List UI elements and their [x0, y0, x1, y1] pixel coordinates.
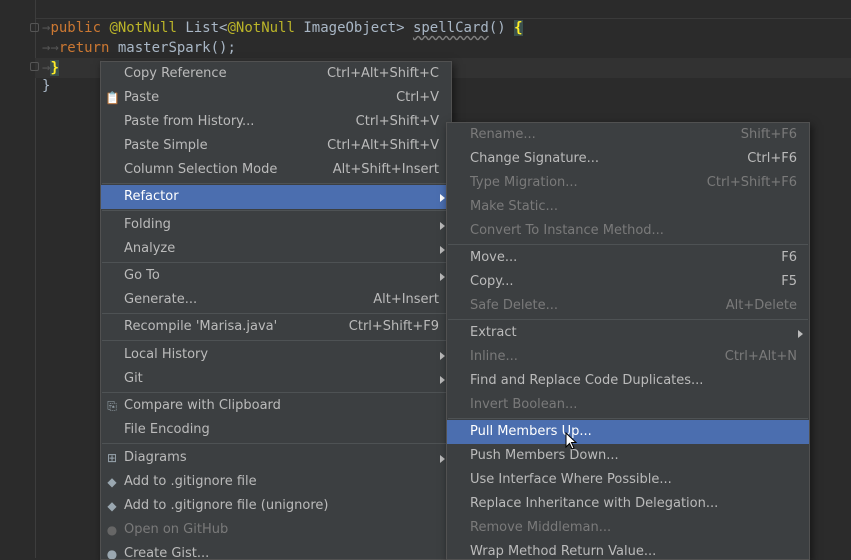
menu-separator	[102, 262, 450, 263]
gutter-divider	[35, 0, 36, 558]
menu-item-move[interactable]: Move... F6	[447, 246, 809, 270]
menu-item-copy-reference[interactable]: Copy Reference Ctrl+Alt+Shift+C	[101, 62, 451, 86]
submenu-arrow-icon	[440, 376, 445, 384]
submenu-arrow-icon	[440, 194, 445, 202]
menu-item-compare-with-clipboard[interactable]: ⎘ Compare with Clipboard	[101, 394, 451, 418]
menu-item-go-to[interactable]: Go To	[101, 264, 451, 288]
fold-icon[interactable]	[30, 62, 39, 71]
menu-item-column-selection-mode[interactable]: Column Selection Mode Alt+Shift+Insert	[101, 158, 451, 182]
menu-item-make-static[interactable]: Make Static...	[447, 195, 809, 219]
menu-item-recompile[interactable]: Recompile 'Marisa.java' Ctrl+Shift+F9	[101, 315, 451, 339]
brace-match: }	[50, 60, 59, 76]
menu-item-local-history[interactable]: Local History	[101, 343, 451, 367]
gitignore-icon: ◆	[107, 499, 117, 513]
menu-item-folding[interactable]: Folding	[101, 213, 451, 237]
menu-separator	[102, 183, 450, 184]
menu-item-rename[interactable]: Rename... Shift+F6	[447, 123, 809, 147]
menu-item-type-migration[interactable]: Type Migration... Ctrl+Shift+F6	[447, 171, 809, 195]
context-menu: Copy Reference Ctrl+Alt+Shift+C 📋 Paste Ctr…	[100, 61, 452, 560]
brace-match: {	[514, 20, 523, 36]
code-line-2[interactable]: →→return masterSpark();	[42, 38, 236, 58]
menu-item-convert-to-instance-method[interactable]: Convert To Instance Method...	[447, 219, 809, 243]
submenu-arrow-icon	[798, 330, 803, 338]
refactor-submenu: Rename... Shift+F6 Change Signature... Ctr…	[446, 122, 810, 560]
menu-item-safe-delete[interactable]: Safe Delete... Alt+Delete	[447, 294, 809, 318]
menu-separator	[102, 443, 450, 444]
menu-separator	[448, 319, 808, 320]
menu-item-git[interactable]: Git	[101, 367, 451, 391]
clipboard-icon: 📋	[105, 91, 120, 105]
code-line-3[interactable]: →}	[42, 58, 59, 78]
fold-icon[interactable]	[30, 23, 39, 32]
menu-item-file-encoding[interactable]: File Encoding	[101, 418, 451, 442]
menu-item-diagrams[interactable]: ⊞ Diagrams	[101, 446, 451, 470]
menu-separator	[102, 210, 450, 211]
menu-item-inline[interactable]: Inline... Ctrl+Alt+N	[447, 345, 809, 369]
code-line-4[interactable]: }	[42, 76, 50, 96]
method-name[interactable]: spellCard	[413, 20, 489, 36]
menu-item-copy[interactable]: Copy... F5	[447, 270, 809, 294]
mouse-cursor-icon	[565, 432, 578, 450]
menu-separator	[102, 392, 450, 393]
github-icon: ●	[106, 547, 118, 560]
menu-item-add-gitignore-unignore[interactable]: ◆ Add to .gitignore file (unignore)	[101, 494, 451, 518]
submenu-arrow-icon	[440, 222, 445, 230]
tab-arrow-icon: →→	[42, 40, 59, 56]
menu-item-create-gist[interactable]: ● Create Gist...	[101, 542, 451, 560]
submenu-arrow-icon	[440, 352, 445, 360]
menu-separator	[448, 244, 808, 245]
submenu-arrow-icon	[440, 273, 445, 281]
menu-item-generate[interactable]: Generate... Alt+Insert	[101, 288, 451, 312]
menu-item-open-on-github[interactable]: ● Open on GitHub	[101, 518, 451, 542]
submenu-arrow-icon	[440, 455, 445, 463]
menu-item-paste-from-history[interactable]: Paste from History... Ctrl+Shift+V	[101, 110, 451, 134]
menu-item-replace-inheritance[interactable]: Replace Inheritance with Delegation...	[447, 492, 809, 516]
menu-item-paste[interactable]: 📋 Paste Ctrl+V	[101, 86, 451, 110]
menu-separator	[102, 313, 450, 314]
menu-item-add-gitignore[interactable]: ◆ Add to .gitignore file	[101, 470, 451, 494]
menu-item-wrap-method-return[interactable]: Wrap Method Return Value...	[447, 540, 809, 559]
menu-item-invert-boolean[interactable]: Invert Boolean...	[447, 393, 809, 417]
menu-separator	[448, 418, 808, 419]
gitignore-icon: ◆	[107, 475, 117, 489]
menu-item-refactor[interactable]: Refactor	[101, 185, 451, 209]
code-line-1[interactable]: →public @NotNull List<@NotNull ImageObje…	[42, 18, 523, 38]
menu-item-change-signature[interactable]: Change Signature... Ctrl+F6	[447, 147, 809, 171]
menu-item-push-members-down[interactable]: Push Members Down...	[447, 444, 809, 468]
compare-icon: ⎘	[107, 399, 117, 413]
github-icon: ●	[106, 523, 118, 537]
menu-item-remove-middleman[interactable]: Remove Middleman...	[447, 516, 809, 540]
menu-item-paste-simple[interactable]: Paste Simple Ctrl+Alt+Shift+V	[101, 134, 451, 158]
menu-item-use-interface[interactable]: Use Interface Where Possible...	[447, 468, 809, 492]
menu-item-analyze[interactable]: Analyze	[101, 237, 451, 261]
diagram-icon: ⊞	[106, 451, 118, 465]
menu-separator	[102, 340, 450, 341]
menu-item-extract[interactable]: Extract	[447, 321, 809, 345]
menu-item-pull-members-up[interactable]: Pull Members Up...	[447, 420, 809, 444]
menu-item-find-replace-duplicates[interactable]: Find and Replace Code Duplicates...	[447, 369, 809, 393]
submenu-arrow-icon	[440, 246, 445, 254]
